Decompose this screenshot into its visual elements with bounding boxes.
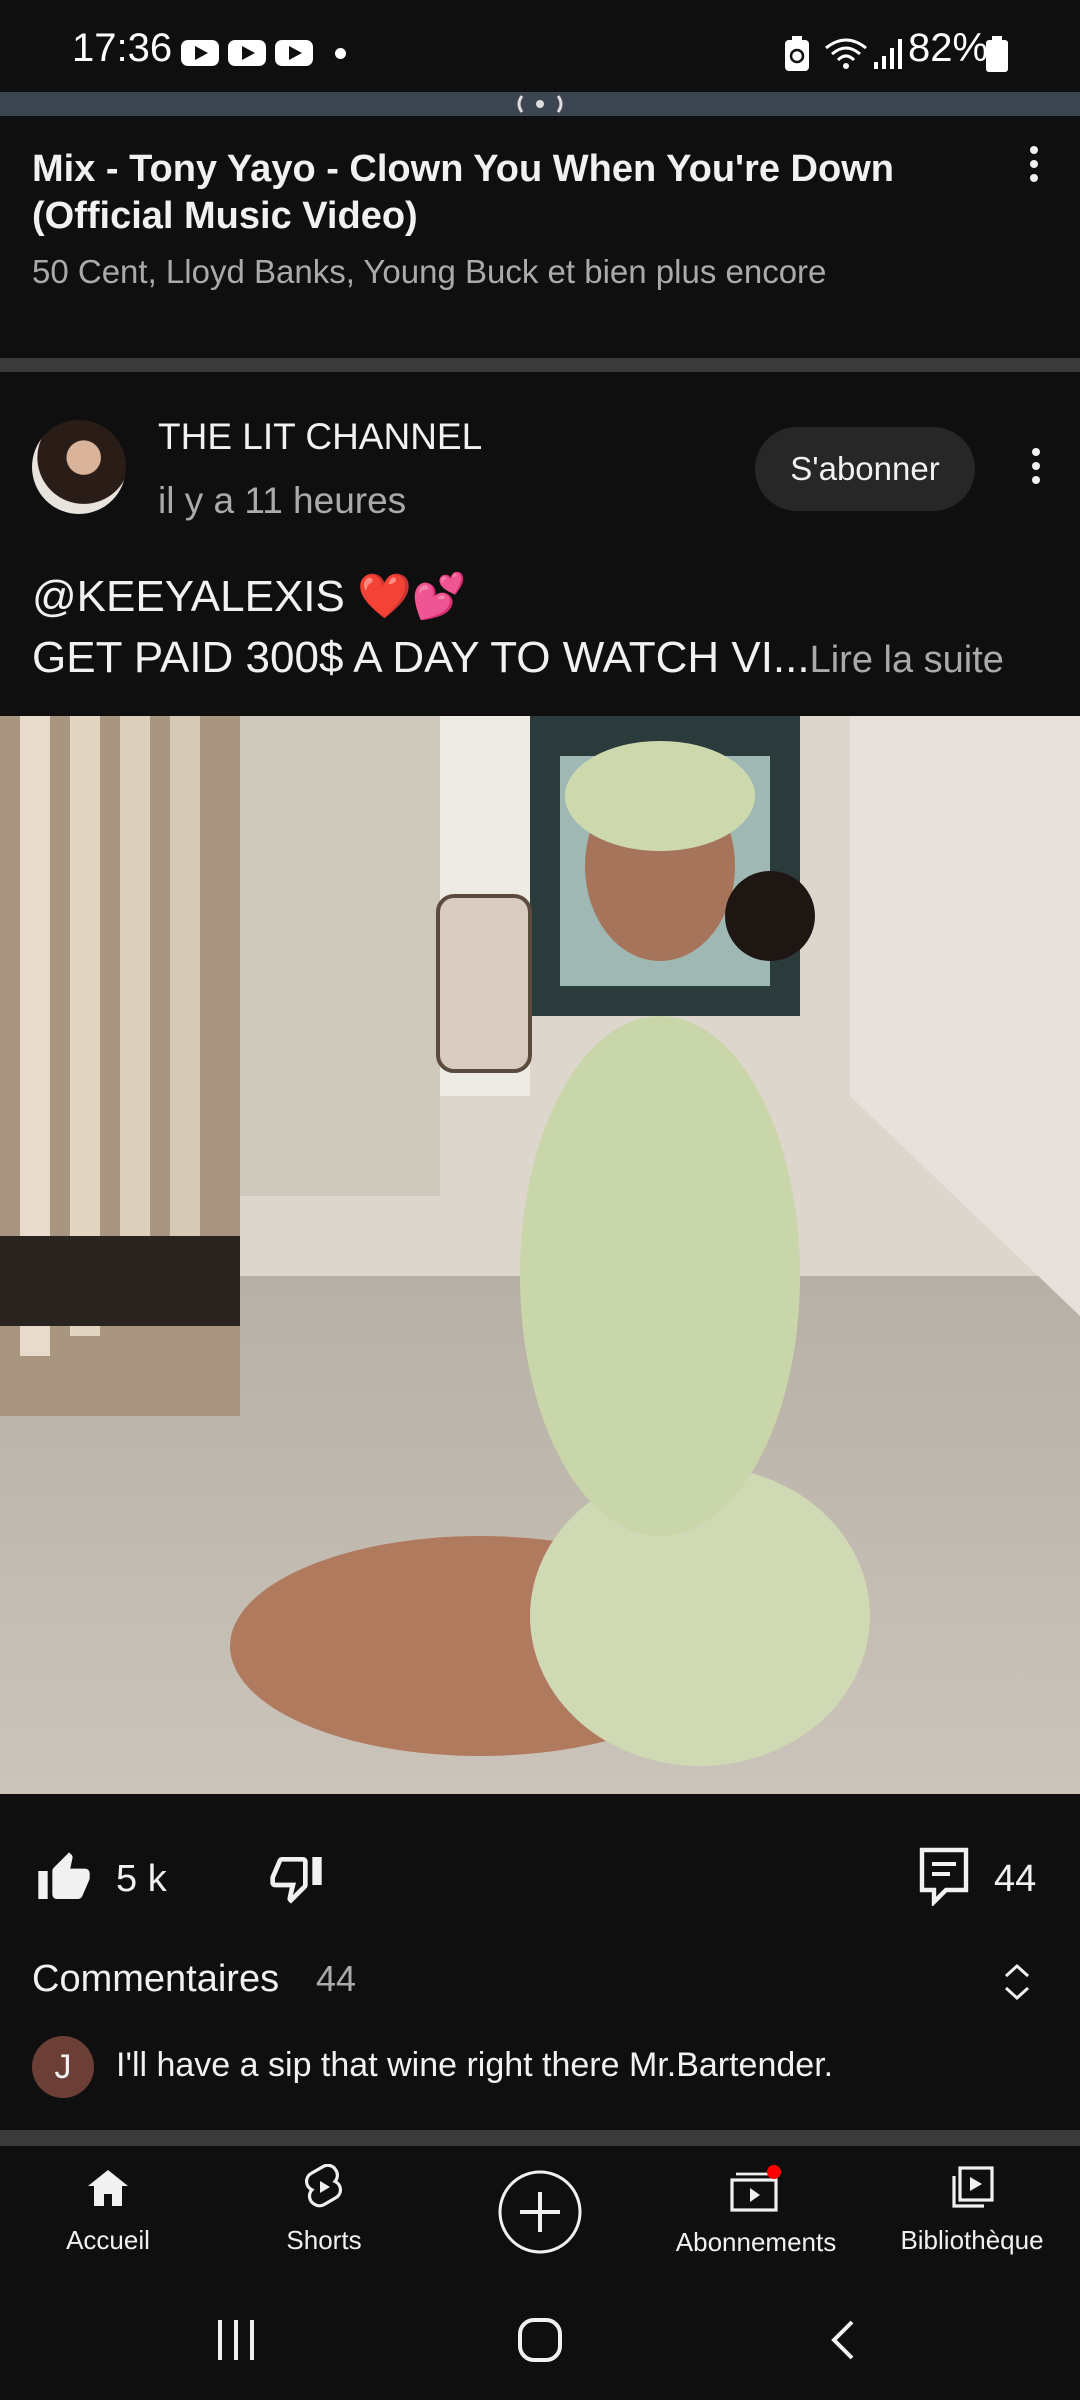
- add-icon: [498, 2170, 582, 2254]
- comment-count[interactable]: 44: [994, 1858, 1036, 1901]
- nav-home[interactable]: Accueil: [0, 2164, 216, 2256]
- wifi-icon: [825, 38, 867, 69]
- post-text-truncated: GET PAID 300$ A DAY TO WATCH VI...: [32, 633, 810, 682]
- notification-dot: [767, 2165, 781, 2179]
- nav-home-label: Accueil: [66, 2225, 150, 2255]
- battery-percentage: 82%: [908, 26, 989, 70]
- nav-subscriptions-label: Abonnements: [675, 2227, 837, 2257]
- home-icon: [88, 2170, 128, 2206]
- subscriptions-icon: [730, 2165, 781, 2212]
- dislike-icon[interactable]: [268, 1850, 324, 1906]
- mix-title[interactable]: Mix - Tony Yayo - Clown You When You're …: [32, 146, 972, 240]
- mini-player-strip[interactable]: [0, 92, 1080, 116]
- library-icon: [952, 2166, 994, 2208]
- youtube-notification-icon: [228, 40, 266, 66]
- shorts-icon: [304, 2163, 343, 2208]
- more-notifications-dot: [335, 48, 346, 59]
- nav-library[interactable]: Bibliothèque: [864, 2164, 1080, 2256]
- section-divider: [0, 2130, 1080, 2146]
- comment-icon[interactable]: [918, 1846, 970, 1906]
- mix-subtitle: 50 Cent, Lloyd Banks, Young Buck et bien…: [32, 253, 827, 290]
- nav-shorts-label: Shorts: [286, 2225, 362, 2255]
- subscribe-button[interactable]: S'abonner: [755, 427, 975, 511]
- post-text-line1: @KEEYALEXIS ❤️💕: [32, 572, 467, 621]
- nav-shorts[interactable]: Shorts: [216, 2163, 432, 2256]
- nav-library-label: Bibliothèque: [900, 2225, 1044, 2255]
- battery-saver-icon: [785, 36, 809, 71]
- create-button[interactable]: [496, 2168, 584, 2261]
- home-system-icon[interactable]: [516, 2316, 564, 2364]
- back-icon[interactable]: [824, 2318, 860, 2362]
- commenter-avatar[interactable]: J: [32, 2036, 94, 2098]
- battery-icon: [986, 36, 1008, 72]
- channel-avatar[interactable]: [32, 420, 126, 514]
- read-more-link[interactable]: Lire la suite: [810, 639, 1004, 681]
- like-icon[interactable]: [36, 1850, 92, 1906]
- post-timestamp: il y a 11 heures: [158, 480, 407, 521]
- channel-name[interactable]: THE LIT CHANNEL: [158, 416, 482, 458]
- expand-comments-icon[interactable]: [1002, 1962, 1032, 2002]
- youtube-notification-icon: [181, 40, 219, 66]
- section-divider: [0, 358, 1080, 372]
- recent-apps-icon[interactable]: [214, 2318, 258, 2362]
- status-time: 17:36: [72, 26, 173, 70]
- post-text-line2: GET PAID 300$ A DAY TO WATCH VI...Lire l…: [32, 633, 1004, 683]
- like-count: 5 k: [116, 1858, 167, 1900]
- comments-count: 44: [316, 1958, 357, 1999]
- youtube-notification-icon: [275, 40, 313, 66]
- live-indicator-icon: [517, 95, 563, 113]
- comments-label[interactable]: Commentaires: [32, 1958, 279, 2001]
- top-comment-text[interactable]: I'll have a sip that wine right there Mr…: [116, 2046, 833, 2085]
- post-more-options-icon[interactable]: [1032, 448, 1041, 490]
- signal-icon: [874, 39, 902, 69]
- more-options-icon[interactable]: [1030, 146, 1039, 188]
- post-image[interactable]: [0, 716, 1080, 1794]
- nav-subscriptions[interactable]: Abonnements: [648, 2164, 864, 2258]
- post-photo-illustration: [0, 716, 1080, 1794]
